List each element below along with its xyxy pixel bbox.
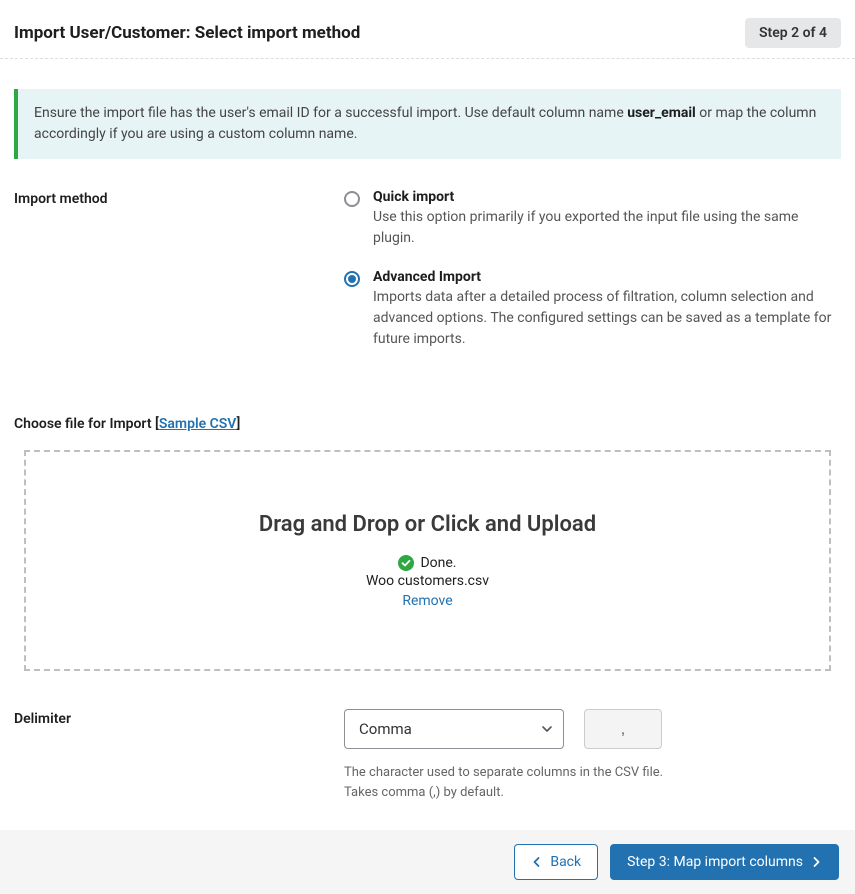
delimiter-help: The character used to separate columns i… xyxy=(344,763,674,802)
remove-file-link[interactable]: Remove xyxy=(402,593,452,609)
page-title: Import User/Customer: Select import meth… xyxy=(14,23,360,43)
delimiter-input[interactable] xyxy=(584,709,662,749)
delimiter-label: Delimiter xyxy=(14,709,344,802)
radio-icon xyxy=(344,191,360,207)
radio-desc: Use this option primarily if you exporte… xyxy=(373,207,841,249)
uploaded-filename: Woo customers.csv xyxy=(46,573,809,589)
dropzone-title: Drag and Drop or Click and Upload xyxy=(46,512,809,537)
radio-desc: Imports data after a detailed process of… xyxy=(373,287,841,350)
next-button-label: Step 3: Map import columns xyxy=(627,854,803,870)
choose-file-prefix: Choose file for Import [ xyxy=(14,416,159,432)
info-alert: Ensure the import file has the user's em… xyxy=(14,89,841,159)
back-button-label: Back xyxy=(550,854,581,870)
radio-title: Advanced Import xyxy=(373,269,841,285)
import-method-options: Quick import Use this option primarily i… xyxy=(344,189,841,370)
step-indicator-badge: Step 2 of 4 xyxy=(745,18,841,48)
page-header: Import User/Customer: Select import meth… xyxy=(0,0,855,59)
delimiter-select[interactable]: Comma xyxy=(344,709,564,749)
sample-csv-link[interactable]: Sample CSV xyxy=(159,416,237,432)
chevron-left-icon xyxy=(531,856,543,868)
alert-bold: user_email xyxy=(627,105,696,121)
next-button[interactable]: Step 3: Map import columns xyxy=(610,844,839,880)
chevron-right-icon xyxy=(810,856,822,868)
alert-text-prefix: Ensure the import file has the user's em… xyxy=(34,105,627,121)
back-button[interactable]: Back xyxy=(514,844,598,880)
file-dropzone[interactable]: Drag and Drop or Click and Upload Done. … xyxy=(24,450,831,671)
delimiter-section: Delimiter Comma The character used to se… xyxy=(0,701,855,810)
choose-file-suffix: ] xyxy=(237,416,241,432)
import-method-section: Import method Quick import Use this opti… xyxy=(0,181,855,378)
delimiter-select-value: Comma xyxy=(344,709,564,749)
wizard-footer: Back Step 3: Map import columns xyxy=(0,830,855,894)
radio-advanced-import[interactable]: Advanced Import Imports data after a det… xyxy=(344,269,841,350)
radio-title: Quick import xyxy=(373,189,841,205)
check-circle-icon xyxy=(398,555,414,571)
import-method-label: Import method xyxy=(14,189,344,370)
radio-quick-import[interactable]: Quick import Use this option primarily i… xyxy=(344,189,841,249)
upload-done-line: Done. xyxy=(46,555,809,571)
radio-selected-dot xyxy=(348,275,356,283)
radio-icon xyxy=(344,271,360,287)
done-text: Done. xyxy=(420,555,456,571)
choose-file-label: Choose file for Import [Sample CSV] xyxy=(0,408,855,450)
